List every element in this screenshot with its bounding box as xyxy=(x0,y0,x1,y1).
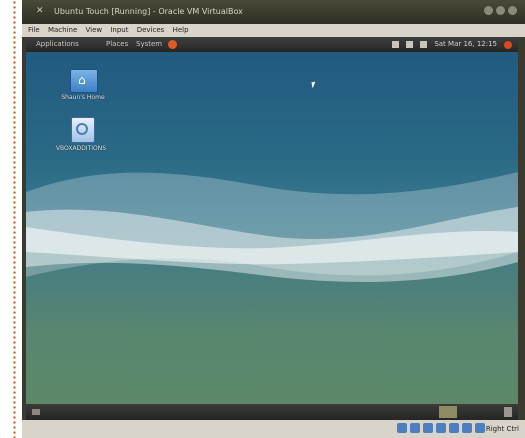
clock[interactable]: Sat Mar 16, 12:15 xyxy=(434,37,497,52)
minimize-button[interactable] xyxy=(484,6,493,15)
hard-disk-icon[interactable] xyxy=(397,423,407,433)
network-adapter-icon[interactable] xyxy=(449,423,459,433)
trash-icon[interactable] xyxy=(504,407,512,417)
home-folder-icon[interactable] xyxy=(70,69,98,93)
menu-devices[interactable]: Devices xyxy=(137,24,165,37)
desktop-icon-label-vboxadditions: VBOXADDITIONS xyxy=(55,145,107,152)
menu-file[interactable]: File xyxy=(28,24,40,37)
maximize-button[interactable] xyxy=(496,6,505,15)
show-desktop-icon[interactable] xyxy=(32,409,40,415)
mouse-integration-icon[interactable] xyxy=(475,423,485,433)
page-dotted-border xyxy=(13,0,16,438)
system-menu[interactable]: System xyxy=(136,37,162,52)
vm-display[interactable]: Applications Places System Sat Mar 16, 1… xyxy=(26,37,518,420)
mail-icon[interactable] xyxy=(420,41,428,48)
menu-bar: File Machine View Input Devices Help xyxy=(22,24,525,37)
desktop-icon-label-home: Shaun's Home xyxy=(61,94,105,101)
wallpaper-waves xyxy=(26,172,518,282)
guest-top-panel: Applications Places System Sat Mar 16, 1… xyxy=(26,37,518,52)
close-icon[interactable]: ✕ xyxy=(36,7,45,16)
host-key-label: Right Ctrl xyxy=(485,425,519,433)
window-titlebar[interactable]: ✕ Ubuntu Touch [Running] - Oracle VM Vir… xyxy=(22,0,525,24)
optical-drive-icon[interactable] xyxy=(410,423,420,433)
window-title: Ubuntu Touch [Running] - Oracle VM Virtu… xyxy=(54,7,243,16)
menu-input[interactable]: Input xyxy=(110,24,128,37)
network-icon[interactable] xyxy=(392,41,400,48)
places-menu[interactable]: Places xyxy=(106,37,128,52)
usb-icon[interactable] xyxy=(423,423,433,433)
virtualbox-window: ✕ Ubuntu Touch [Running] - Oracle VM Vir… xyxy=(22,0,525,438)
ubuntu-logo-icon[interactable] xyxy=(168,40,177,49)
menu-help[interactable]: Help xyxy=(173,24,189,37)
window-controls xyxy=(484,6,517,15)
status-icons xyxy=(397,423,485,433)
workspace-switcher[interactable] xyxy=(439,406,457,418)
shared-folders-icon[interactable] xyxy=(436,423,446,433)
guest-desktop[interactable]: Shaun's Home VBOXADDITIONS xyxy=(26,52,518,404)
vbox-status-bar: Right Ctrl xyxy=(22,420,525,438)
menu-view[interactable]: View xyxy=(86,24,103,37)
volume-icon[interactable] xyxy=(406,41,414,48)
guest-bottom-panel xyxy=(26,404,518,420)
close-button[interactable] xyxy=(508,6,517,15)
applications-menu[interactable]: Applications xyxy=(36,37,79,52)
system-tray: Sat Mar 16, 12:15 xyxy=(392,37,512,52)
menu-machine[interactable]: Machine xyxy=(48,24,77,37)
cd-drive-icon[interactable] xyxy=(71,117,95,143)
power-icon[interactable] xyxy=(504,40,512,49)
display-icon[interactable] xyxy=(462,423,472,433)
